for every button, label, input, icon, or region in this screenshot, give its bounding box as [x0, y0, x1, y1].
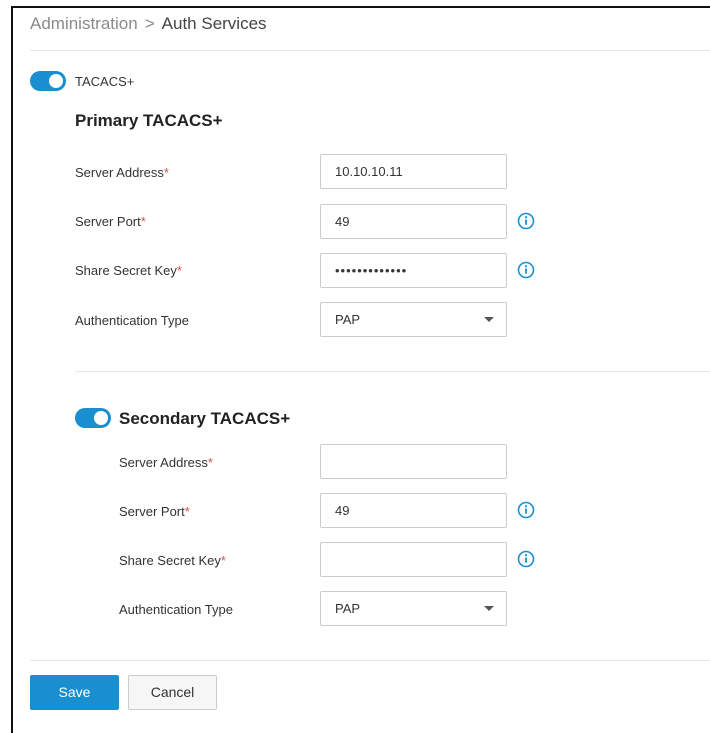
primary-server-address-input[interactable] — [320, 154, 507, 189]
secondary-auth-type-select[interactable]: PAP — [320, 591, 507, 626]
primary-section-title: Primary TACACS+ — [75, 111, 223, 130]
breadcrumb-parent[interactable]: Administration — [30, 14, 138, 33]
chevron-down-icon — [484, 606, 494, 611]
tacacs-toggle-label: TACACS+ — [75, 74, 135, 89]
info-icon[interactable] — [517, 261, 535, 279]
primary-secret-key-label: Share Secret Key* — [75, 263, 182, 278]
primary-secret-key-input[interactable] — [320, 253, 507, 288]
toggle-knob — [49, 74, 63, 88]
chevron-down-icon — [484, 317, 494, 322]
secondary-auth-type-label: Authentication Type — [119, 602, 233, 617]
header-divider — [30, 50, 710, 51]
primary-auth-type-select[interactable]: PAP — [320, 302, 507, 337]
secondary-server-port-input[interactable] — [320, 493, 507, 528]
cancel-button[interactable]: Cancel — [128, 675, 217, 710]
save-button[interactable]: Save — [30, 675, 119, 710]
secondary-auth-type-value: PAP — [335, 601, 361, 616]
required-mark: * — [176, 263, 182, 278]
required-mark: * — [163, 165, 169, 180]
secondary-server-address-input[interactable] — [320, 444, 507, 479]
section-divider — [75, 371, 710, 372]
secondary-tacacs-toggle[interactable] — [75, 408, 111, 428]
primary-auth-type-label: Authentication Type — [75, 313, 189, 328]
secondary-section-title: Secondary TACACS+ — [119, 409, 291, 428]
primary-server-address-label: Server Address* — [75, 165, 169, 180]
secondary-secret-key-input[interactable] — [320, 542, 507, 577]
secondary-secret-key-label: Share Secret Key* — [119, 553, 226, 568]
secondary-server-address-label: Server Address* — [119, 455, 213, 470]
required-mark: * — [220, 553, 226, 568]
primary-server-port-input[interactable] — [320, 204, 507, 239]
tacacs-toggle[interactable] — [30, 71, 66, 91]
primary-auth-type-value: PAP — [335, 312, 361, 327]
breadcrumb-current: Auth Services — [161, 14, 267, 33]
primary-server-port-label: Server Port* — [75, 214, 146, 229]
info-icon[interactable] — [517, 501, 535, 519]
toggle-knob — [94, 411, 108, 425]
info-icon[interactable] — [517, 550, 535, 568]
footer-divider — [30, 660, 710, 661]
breadcrumb-separator: > — [144, 14, 155, 33]
breadcrumb: Administration > Auth Services — [30, 14, 267, 34]
required-mark: * — [207, 455, 213, 470]
secondary-server-port-label: Server Port* — [119, 504, 190, 519]
required-mark: * — [140, 214, 146, 229]
required-mark: * — [184, 504, 190, 519]
info-icon[interactable] — [517, 212, 535, 230]
